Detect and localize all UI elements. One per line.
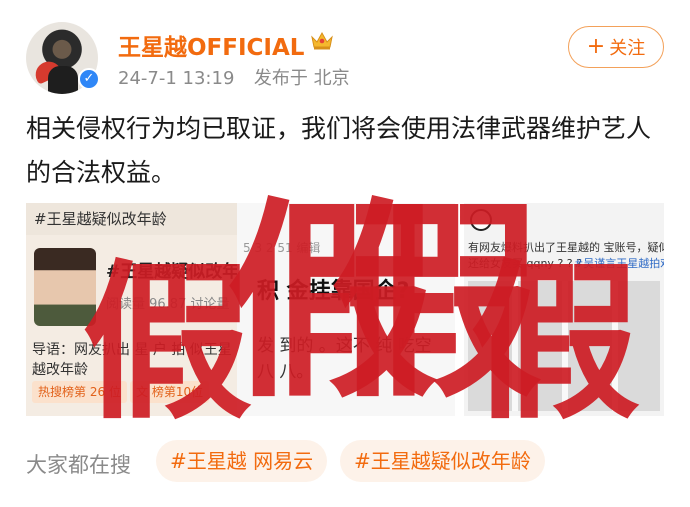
follow-button-label: 关注: [609, 38, 646, 59]
post-location: 发布于 北京: [253, 68, 350, 89]
trending-label: 大家都在搜: [26, 453, 131, 477]
image1-topic-bar: #王星越疑似改年龄: [26, 203, 237, 235]
post-timestamp: 24-7-1 13:19: [118, 68, 235, 89]
plus-icon: +: [586, 34, 606, 59]
fake-stamp-4: 假: [470, 243, 641, 443]
verified-badge-icon: ✓: [78, 68, 100, 90]
trending-tag-1[interactable]: #王星越 网易云: [156, 440, 328, 482]
avatar-figure-shape: [48, 66, 78, 94]
crown-icon: [311, 31, 333, 50]
post-meta: 24-7-1 13:19 发布于 北京: [118, 64, 350, 90]
trending-tag-2[interactable]: #王星越疑似改年龄: [340, 440, 545, 482]
username[interactable]: 王星越OFFICIAL: [118, 28, 304, 62]
follow-button[interactable]: + 关注: [568, 26, 664, 68]
